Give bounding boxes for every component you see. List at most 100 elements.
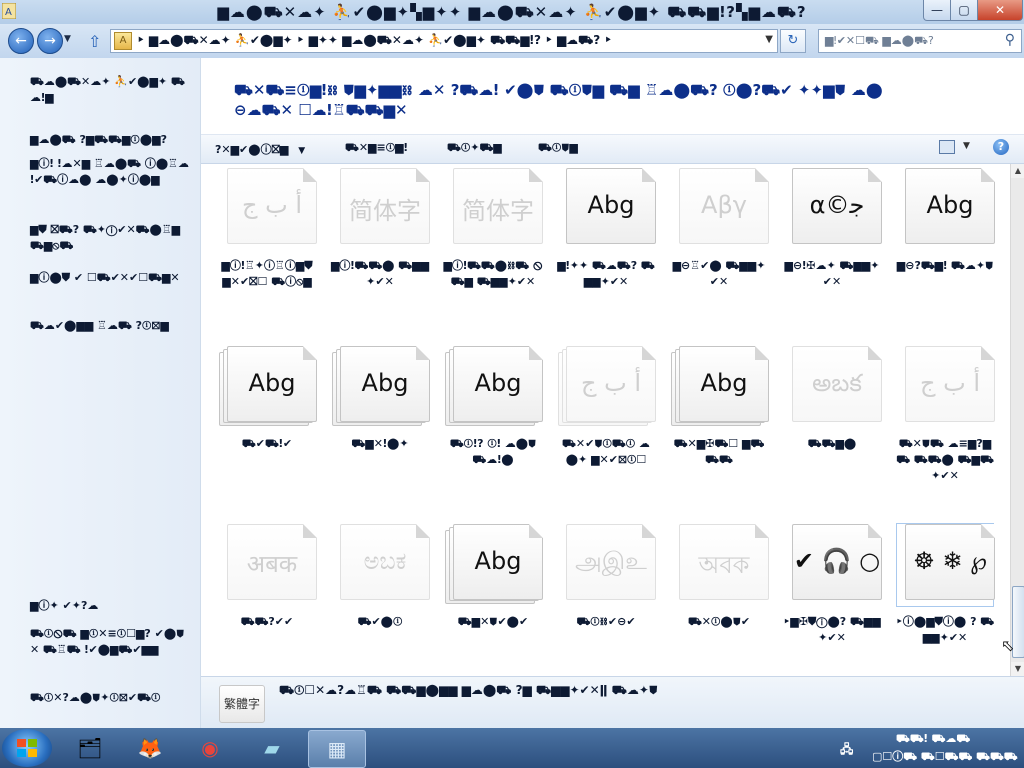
title-bar[interactable]: A ▆☁⬤⛟✕☁✦ ⛹✔⬤▆✦▚▆✦✦ ▆☁⬤⛟✕☁✦ ⛹✔⬤▆✦ ⛟⛟▆ǃ?▚… — [0, 0, 1024, 25]
forward-button[interactable]: → — [37, 28, 63, 54]
font-sample-text: Abg — [248, 369, 296, 397]
font-item[interactable]: అబక ⛟⛟▆⬤ — [782, 346, 882, 452]
task-link-font-settings[interactable]: ▆☁⬤⛟ ?▆⛟⛟▆ⓘ⬤▆? — [30, 132, 190, 148]
scroll-up-icon[interactable]: ▲ — [1011, 164, 1024, 178]
font-name: ⛟⛟▆⬤ — [807, 437, 857, 450]
taskbar-notes-icon[interactable]: ▰ — [244, 730, 300, 766]
font-item[interactable]: Abg ⛟✔⛟ǃ✔ — [217, 346, 317, 452]
vertical-scrollbar[interactable]: ▲ ▼ — [1010, 164, 1024, 676]
details-pane: 繁體字 ⛟ⓘ☐✕☁?☁♖⛟ ⛟⛟▆⬤▆▆ ▆☁⬤⛟ ?▆ ⛟▆▆✦✔✕ǁ ⛟☁✦… — [201, 676, 1024, 728]
tray-icons[interactable]: ⛟⛟ǃ ⛟☁⛟ — [896, 732, 970, 747]
font-sample-text: Abg — [474, 547, 522, 575]
font-thumbnail-icon: ಅಬಕ — [332, 524, 430, 606]
font-grid: أ ب ج ▆ⓘǃ♖✦ⓘ♖ⓘ▆⛊ ▆✕✔⛝☐ ⛟ⓘ⦸▆ 简体字 ▆ⓘǃ⛟⛟⬤ ⛟▆▆✦… — [201, 164, 1011, 728]
taskbar-firefox-icon[interactable]: 🦊 — [122, 730, 178, 766]
recent-pages-dropdown-icon[interactable]: ▼ — [64, 34, 71, 44]
page-fold — [755, 524, 769, 538]
font-item[interactable]: অবক ⛟✕ⓘ⬤⛊✔ — [669, 524, 769, 630]
font-item[interactable]: 简体字 ▆ⓘǃ⛟⛟⬤⛓⛟ ⦸⛟▆ ⛟▆▆✦✔✕ — [443, 168, 543, 290]
font-item[interactable]: Abg ⛟▆✕⛊✔⬤✔ — [443, 524, 543, 630]
font-sample-text: Abg — [361, 369, 409, 397]
network-icon[interactable]: 🖧 — [840, 740, 853, 761]
task-link-change-font-size[interactable]: ⛟☁✔⬤▆▆ ♖☁⛟ ?ⓘ⛝▆ — [30, 318, 190, 334]
task-link-adjust-cleartype[interactable]: ▆⛊ ⛝⛟? ⛟✦ⓘ✔✕⛟⬤♖▆ ⛟▆⦸⛟ — [30, 222, 190, 254]
font-item[interactable]: α©ﺟ ▆⊖ǃ✠☁✦ ⛟▆▆✦✔✕ — [782, 168, 882, 290]
page-fold — [303, 168, 317, 182]
address-bar[interactable]: A ‣ ▆☁⬤⛟✕☁✦ ⛹✔⬤▆✦ ‣ ▆✦✦ ▆☁⬤⛟✕☁✦ ⛹✔⬤▆✦ ⛟⛟… — [110, 29, 778, 53]
minimize-button[interactable]: — — [923, 0, 951, 21]
font-page: Abg — [566, 168, 656, 244]
font-thumbnail-icon: ☸ ❄ ℘ — [896, 523, 995, 607]
page-fold — [981, 524, 995, 538]
change-view-icon[interactable] — [939, 140, 955, 154]
hide-button[interactable]: ⛟ⓘ⛊▆ — [538, 141, 578, 156]
font-name: ▆⊖♖✔⬤ ⛟▆▆✦✔✕ — [672, 259, 766, 288]
font-item[interactable]: அஇஉ ⛟ⓘ⛓✔⊖✔ — [556, 524, 656, 630]
font-item[interactable]: أ ب ج ⛟✕✔⛊ⓘ⛟ⓘ ☁⬤✦ ▆✕✔⛝ⓘ☐ — [556, 346, 656, 468]
scroll-down-icon[interactable]: ▼ — [1011, 662, 1024, 676]
page-fold — [529, 168, 543, 182]
font-thumbnail-icon: 简体字 — [332, 168, 430, 250]
font-thumbnail-icon: 简体字 — [445, 168, 543, 250]
task-link-get-font-info[interactable]: ▆ⓘǃ ǃ☁✕▆ ♖☁⬤⛟ ⓘ⬤♖☁ǃ✔⛟ⓘ☁⬤ ☁⬤✦ⓘ⬤▆ — [30, 156, 190, 188]
font-thumbnail-icon: أ ب ج — [897, 346, 995, 428]
font-sample-text: Abg — [700, 369, 748, 397]
up-arrow-icon[interactable]: ⇧ — [88, 32, 101, 51]
font-item[interactable]: Abg ⛟ⓘǃ? ⓘǃ ☁⬤⛊ ⛟☁ǃ⬤ — [443, 346, 543, 468]
view-dropdown-icon[interactable]: ▼ — [963, 141, 970, 151]
maximize-button[interactable]: ▢ — [950, 0, 978, 21]
font-item[interactable]: 简体字 ▆ⓘǃ⛟⛟⬤ ⛟▆▆✦✔✕ — [330, 168, 430, 290]
font-sample-text: অবক — [698, 551, 750, 579]
font-name: ⛟✕ⓘ⬤⛊✔ — [687, 615, 751, 628]
organize-button[interactable]: ?✕▆✔⬤ⓘ⛝▆ ▼ — [215, 141, 305, 157]
page-fold — [416, 346, 430, 360]
taskbar-control-panel-icon[interactable]: ▦ — [308, 730, 366, 768]
preview-button[interactable]: ⛟✕▆≡ⓘ▆ǃ — [345, 141, 408, 156]
font-page: Abg — [679, 346, 769, 422]
breadcrumb[interactable]: ‣ ▆☁⬤⛟✕☁✦ ⛹✔⬤▆✦ ‣ ▆✦✦ ▆☁⬤⛟✕☁✦ ⛹✔⬤▆✦ ⛟⛟▆ǃ… — [137, 33, 612, 49]
font-thumbnail-icon: అబక — [784, 346, 882, 428]
taskbar: 🗂 🦊 ◉ ▰ ▦ 🖧 ⛟⛟ǃ ⛟☁⛟ ▢☐ⓘ⛟ ⛟☐⛟⛟ ⛟⛟⛟ — [0, 728, 1024, 768]
start-button[interactable] — [2, 729, 52, 767]
font-page: أ ب ج — [227, 168, 317, 244]
task-link-personalization[interactable]: ⛟ⓘ✕?☁⬤⛊✦ⓘ⛝✔⛟ⓘ — [30, 690, 190, 706]
close-button[interactable]: ✕ — [977, 0, 1023, 21]
system-tray: 🖧 ⛟⛟ǃ ⛟☁⛟ ▢☐ⓘ⛟ ⛟☐⛟⛟ ⛟⛟⛟ — [836, 732, 1024, 766]
search-placeholder: ▆ǃ✔✕☐⛟ ▆☁⬤⛟? — [825, 34, 934, 47]
font-thumbnail-icon: अबक — [219, 524, 317, 606]
font-page: 简体字 — [340, 168, 430, 244]
font-name: ▆⊖?⛟▆ǃ ⛟☁✦⛊ — [896, 259, 994, 272]
font-item[interactable]: Abg ⛟▆✕ǃ⬤✦ — [330, 346, 430, 452]
font-item[interactable]: ☸ ❄ ℘ ‣ⓘ⬤▆⛊ⓘ⬤ ? ⛟▆▆✦✔✕ — [895, 523, 995, 646]
delete-button[interactable]: ⛟ⓘ✦⛟▆ — [447, 141, 502, 156]
font-item[interactable]: Aβγ ▆⊖♖✔⬤ ⛟▆▆✦✔✕ — [669, 168, 769, 290]
font-name: ⛟⛟?✔✔ — [240, 615, 294, 628]
search-field[interactable]: ▆ǃ✔✕☐⛟ ▆☁⬤⛟? ⚲ — [818, 29, 1022, 53]
back-button[interactable]: ← — [8, 28, 34, 54]
navigation-bar: ← → ▼ ⇧ A ‣ ▆☁⬤⛟✕☁✦ ⛹✔⬤▆✦ ‣ ▆✦✦ ▆☁⬤⛟✕☁✦ … — [0, 24, 1024, 59]
font-item[interactable]: Abg ▆ǃ✦✦ ⛟☁⛟? ⛟▆▆✦✔✕ — [556, 168, 656, 290]
font-item[interactable]: أ ب ج ⛟✕⛊⛟ ☁≡▆?▆⛟ ⛟⛟⬤ ⛟▆⛟✦✔✕ — [895, 346, 995, 484]
help-icon[interactable]: ? — [993, 139, 1009, 155]
task-link-text-services[interactable]: ⛟ⓘ⦸⛟ ▆ⓘ✕≡ⓘ☐▆? ✔⬤⛊ ✕ ⛟♖⛟ ǃ✔⬤▆⛟✔▆▆ — [30, 626, 190, 658]
font-item[interactable]: ✔ 🎧 ○ ‣▆✠⛊ⓘ⬤? ⛟▆▆✦✔✕ — [782, 524, 882, 646]
font-page: Aβγ — [679, 168, 769, 244]
font-name: ⛟✕▆✠⛟☐ ▆⛟ ⛟⛟ — [673, 437, 765, 466]
font-name: ▆ⓘǃ⛟⛟⬤⛓⛟ ⦸⛟▆ ⛟▆▆✦✔✕ — [443, 259, 543, 288]
search-icon[interactable]: ⚲ — [1005, 32, 1015, 48]
address-dropdown-icon[interactable]: ▼ — [765, 34, 773, 45]
task-link-control-panel-home[interactable]: ⛟☁⬤⛟✕☁✦ ⛹✔⬤▆✦ ⛟☁ǃ▆ — [30, 74, 190, 106]
page-fold — [981, 168, 995, 182]
font-sample-text: அஇஉ — [575, 547, 647, 575]
font-item[interactable]: أ ب ج ▆ⓘǃ♖✦ⓘ♖ⓘ▆⛊ ▆✕✔⛝☐ ⛟ⓘ⦸▆ — [217, 168, 317, 290]
taskbar-explorer-icon[interactable]: 🗂 — [62, 730, 118, 766]
font-item[interactable]: ಅಬಕ ⛟✔⬤ⓘ — [330, 524, 430, 630]
refresh-button[interactable]: ↻ — [780, 29, 806, 53]
task-link-find-character[interactable]: ▆ⓘ⬤⛊ ✔ ☐⛟✔✕✔☐⛟▆✕ — [30, 270, 190, 286]
font-item[interactable]: Abg ⛟✕▆✠⛟☐ ▆⛟ ⛟⛟ — [669, 346, 769, 468]
font-item[interactable]: Abg ▆⊖?⛟▆ǃ ⛟☁✦⛊ — [895, 168, 995, 274]
clock[interactable]: ▢☐ⓘ⛟ ⛟☐⛟⛟ ⛟⛟⛟ — [872, 748, 1018, 765]
font-item[interactable]: अबक ⛟⛟?✔✔ — [217, 524, 317, 630]
taskbar-chrome-icon[interactable]: ◉ — [182, 730, 238, 766]
font-page: అబక — [792, 346, 882, 422]
